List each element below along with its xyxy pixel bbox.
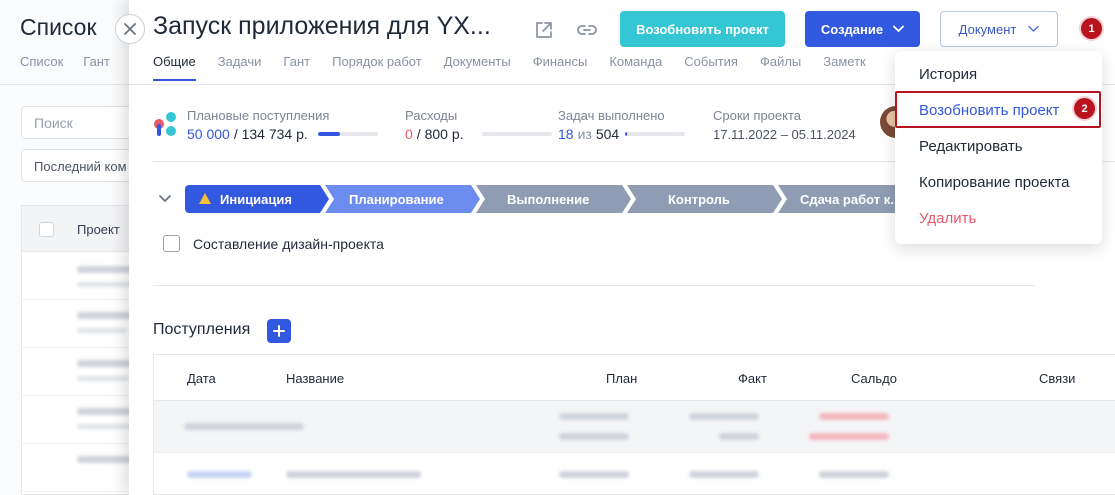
checklist-item[interactable]: Составление дизайн-проекта [163,235,384,252]
column-date: Дата [187,371,216,386]
column-project: Проект [77,222,120,237]
tab-work-order[interactable]: Порядок работ [332,54,422,69]
external-link-icon [536,22,552,38]
tasks-of-text: из [577,126,592,142]
tab-tasks[interactable]: Задачи [218,54,262,69]
tasks-total-value: 504 [595,126,620,142]
tab-events[interactable]: События [684,54,738,69]
project-stages: Инициация Планирование Выполнение Контро… [185,185,945,213]
stage-initiation: Инициация [220,192,292,207]
document-button-label: Документ [958,21,1017,37]
column-links: Связи [1039,371,1076,386]
income-value: 50 000 [187,126,230,142]
create-button[interactable]: Создание [805,11,920,47]
tab-gantt[interactable]: Гант [283,54,310,69]
close-icon [124,23,136,35]
chevron-down-icon [1028,25,1040,33]
chevron-down-icon [893,25,904,33]
tab-documents[interactable]: Документы [444,54,511,69]
list-view-tabs: Список Гант [20,54,110,69]
table-row[interactable] [154,401,1115,453]
stat-label: Расходы [405,108,458,123]
column-balance: Сальдо [851,371,897,386]
tab-finance[interactable]: Финансы [533,54,588,69]
stage-execution: Выполнение [507,192,590,207]
document-button[interactable]: Документ [940,11,1058,47]
tasks-done-stat: Задач выполнено 18 из 504 [558,108,686,142]
panel-tabs: Общие Задачи Гант Порядок работ Документ… [153,54,866,81]
income-table: Дата Название План Факт Сальдо Связи [153,354,1115,495]
plus-icon [273,325,285,337]
expenses-value: 0 [405,126,413,142]
list-page-title: Список [20,14,97,40]
stage-delivery: Сдача работ к... [800,192,902,207]
open-external-button[interactable] [531,17,557,43]
income-progress-bar [317,132,378,136]
resume-project-button[interactable]: Возобновить проект [620,11,785,47]
tab-team[interactable]: Команда [609,54,662,69]
project-logo-icon [154,112,176,136]
tab-files[interactable]: Файлы [760,54,801,69]
menu-item-copy-project[interactable]: Копирование проекта [919,174,1070,191]
create-button-label: Создание [820,21,884,37]
step-badge-1: 1 [1081,18,1102,39]
tab-gantt[interactable]: Гант [83,54,110,69]
planned-income-stat: Плановые поступления 50 000 / 134 734 р. [187,108,378,142]
select-all-checkbox[interactable] [39,222,54,237]
expenses-stat: Расходы 0 / 800 р. [405,108,552,142]
column-plan: План [606,371,638,386]
stat-label: Плановые поступления [187,108,330,123]
chevron-down-icon[interactable] [157,190,173,206]
add-income-button[interactable] [267,319,291,343]
income-table-header: Дата Название План Факт Сальдо Связи [154,355,1115,401]
step-badge-2: 2 [1074,98,1095,119]
tab-general[interactable]: Общие [153,54,196,81]
menu-item-resume-project[interactable]: Возобновить проект [919,102,1059,119]
link-icon [577,25,597,35]
copy-link-button[interactable] [574,17,600,43]
document-dropdown-menu: История Возобновить проект Редактировать… [895,51,1102,244]
menu-item-history[interactable]: История [919,66,977,83]
tasks-done-value: 18 [558,126,574,142]
stage-planning: Планирование [349,192,444,207]
project-dates-stat: Сроки проекта 17.11.2022 – 05.11.2024 [713,108,856,142]
expenses-progress-bar [481,132,552,136]
stat-label: Задач выполнено [558,108,665,123]
divider [0,84,130,85]
stat-label: Сроки проекта [713,108,802,123]
tab-notes[interactable]: Заметк [823,54,865,69]
income-total: / 134 734 р. [233,126,308,142]
income-section-title: Поступления [153,321,251,338]
checklist-checkbox[interactable] [163,235,180,252]
menu-item-delete[interactable]: Удалить [919,210,976,227]
divider [153,285,1035,286]
column-fact: Факт [738,371,767,386]
tasks-progress-bar [625,132,686,136]
column-name: Название [286,371,345,386]
tab-list[interactable]: Список [20,54,63,69]
table-row[interactable] [154,453,1115,495]
checklist-item-label: Составление дизайн-проекта [193,235,384,252]
close-panel-button[interactable] [115,14,145,44]
stage-control: Контроль [668,192,730,207]
menu-item-edit[interactable]: Редактировать [919,138,1023,155]
project-dates-value: 17.11.2022 – 05.11.2024 [713,127,856,142]
expenses-total: / 800 р. [416,126,464,142]
project-title: Запуск приложения для YX... [153,12,491,40]
